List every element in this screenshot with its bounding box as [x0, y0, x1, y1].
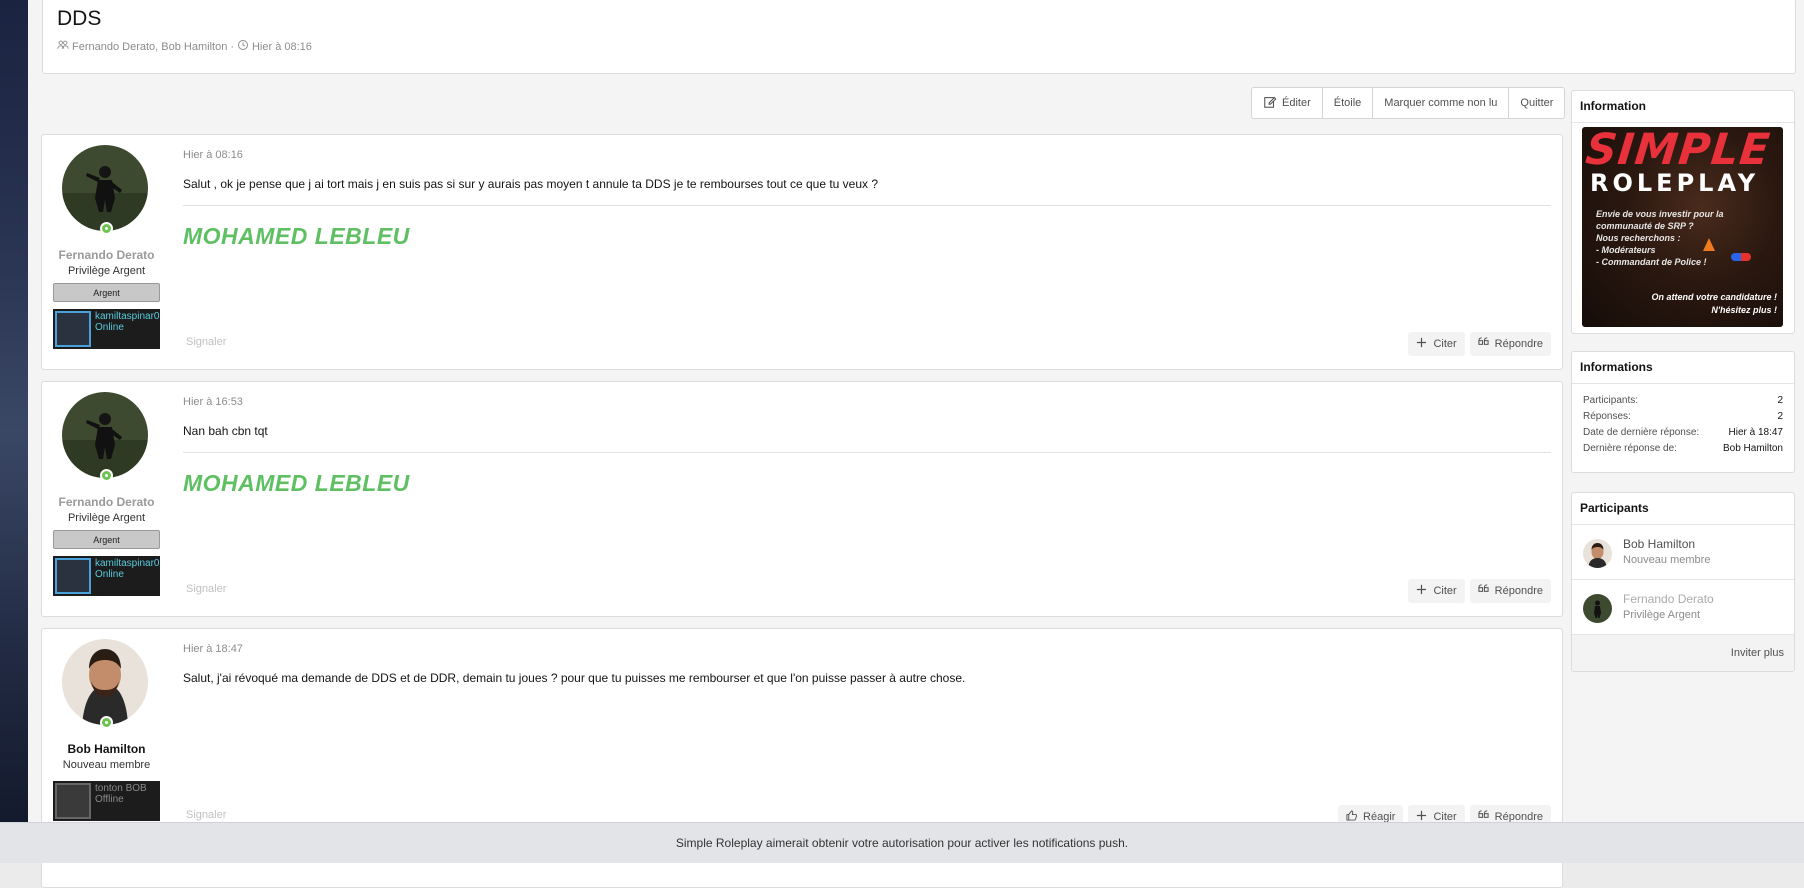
avatar[interactable] [1583, 539, 1612, 568]
signature: MOHAMED LEBLEU [183, 223, 410, 249]
avatar[interactable] [62, 145, 148, 231]
participant-name[interactable]: Bob Hamilton [1623, 537, 1695, 551]
steam-status-widget[interactable]: kamiltaspinar07 Online [53, 309, 160, 349]
reply-button[interactable]: Répondre [1469, 579, 1551, 603]
info-row: Date de dernière réponse: Hier à 18:47 [1583, 427, 1783, 438]
invite-more-link[interactable]: Inviter plus [1572, 635, 1794, 671]
steam-avatar [55, 783, 91, 819]
avatar[interactable] [1583, 594, 1612, 623]
information-block: Information SIMPLE ROLEPLAY Envie de vou… [1571, 90, 1795, 334]
participant-item[interactable]: Fernando Derato Privilège Argent [1572, 580, 1794, 635]
edit-icon [1263, 95, 1277, 112]
user-title: Nouveau membre [62, 759, 151, 771]
signature: MOHAMED LEBLEU [183, 470, 410, 496]
quote-marks-icon [1478, 337, 1489, 351]
online-indicator [100, 222, 113, 235]
user-title: Privilège Argent [67, 265, 146, 277]
police-lights-icon [1731, 253, 1751, 261]
edit-button[interactable]: Éditer [1252, 88, 1323, 118]
steam-avatar [55, 311, 91, 347]
message-text: Nan bah cbn tqt [183, 424, 268, 438]
username[interactable]: Fernando Derato [42, 495, 171, 509]
thread-actions: Éditer Étoile Marquer comme non lu Quitt… [1251, 87, 1566, 119]
leave-button[interactable]: Quitter [1509, 88, 1564, 118]
informations-block: Informations Participants: 2 Réponses: 2… [1571, 351, 1795, 473]
user-banner: Argent [53, 530, 160, 549]
steam-state: Online [95, 322, 124, 333]
user-title: Privilège Argent [67, 512, 146, 524]
promo-subtitle: ROLEPLAY [1590, 169, 1760, 197]
participant-role: Privilège Argent [1623, 609, 1701, 621]
message-actions: Citer Répondre [1408, 579, 1551, 603]
clock-icon [237, 39, 249, 54]
background-image [0, 0, 28, 862]
message-post: Fernando Derato Privilège Argent Argent … [41, 381, 1563, 617]
participants-block: Participants Bob Hamilton Nouveau membre… [1571, 492, 1795, 672]
steam-name: kamiltaspinar07 [95, 558, 160, 569]
steam-state: Offline [95, 794, 124, 805]
message-text: Salut , ok je pense que j ai tort mais j… [183, 177, 879, 191]
promo-title: SIMPLE [1583, 127, 1773, 175]
page: DDS Fernando Derato, Bob Hamilton · Hier… [28, 0, 1804, 888]
block-title: Participants [1572, 493, 1794, 525]
message-user: Fernando Derato Privilège Argent Argent … [42, 382, 182, 616]
message-body: Hier à 08:16 Salut , ok je pense que j a… [183, 135, 1551, 369]
steam-name: tonton BOB [95, 783, 147, 794]
quote-button[interactable]: Citer [1408, 579, 1465, 603]
meta-separator: · [230, 40, 234, 53]
thread-title: DDS [57, 7, 102, 30]
promo-closing: On attend votre candidature ! N'hésitez … [1651, 292, 1777, 315]
promo-banner[interactable]: SIMPLE ROLEPLAY Envie de vous investir p… [1582, 127, 1783, 327]
avatar[interactable] [62, 392, 148, 478]
steam-name: kamiltaspinar07 [95, 311, 160, 322]
push-notification-banner[interactable]: Simple Roleplay aimerait obtenir votre a… [0, 822, 1804, 863]
info-row: Participants: 2 [1583, 395, 1783, 406]
online-indicator [100, 469, 113, 482]
participant-name[interactable]: Fernando Derato [1623, 592, 1714, 606]
plus-icon [1416, 337, 1427, 351]
message-date[interactable]: Hier à 08:16 [183, 149, 243, 161]
steam-status-widget[interactable]: tonton BOB Offline [53, 781, 160, 821]
star-button[interactable]: Étoile [1323, 88, 1374, 118]
report-link[interactable]: Signaler [186, 336, 226, 348]
block-title: Information [1572, 91, 1794, 123]
message-post: Fernando Derato Privilège Argent Argent … [41, 134, 1563, 370]
username[interactable]: Bob Hamilton [42, 742, 171, 756]
mark-unread-button[interactable]: Marquer comme non lu [1373, 88, 1510, 118]
message-date[interactable]: Hier à 16:53 [183, 396, 243, 408]
report-link[interactable]: Signaler [186, 583, 226, 595]
steam-avatar [55, 558, 91, 594]
steam-status-widget[interactable]: kamiltaspinar07 Online [53, 556, 160, 596]
message-body: Hier à 16:53 Nan bah cbn tqt MOHAMED LEB… [183, 382, 1551, 616]
thread-date[interactable]: Hier à 08:16 [252, 41, 312, 53]
signature-divider [183, 205, 1551, 206]
info-row: Réponses: 2 [1583, 411, 1783, 422]
thread-meta: Fernando Derato, Bob Hamilton · Hier à 0… [57, 39, 312, 54]
users-icon [57, 39, 69, 54]
participant-item[interactable]: Bob Hamilton Nouveau membre [1572, 525, 1794, 580]
reply-button[interactable]: Répondre [1469, 332, 1551, 356]
traffic-cone-icon [1703, 238, 1715, 251]
quote-button[interactable]: Citer [1408, 332, 1465, 356]
report-link[interactable]: Signaler [186, 809, 226, 821]
message-user: Fernando Derato Privilège Argent Argent … [42, 135, 182, 369]
participant-role: Nouveau membre [1623, 554, 1711, 566]
block-title: Informations [1572, 352, 1794, 384]
online-indicator [100, 716, 113, 729]
message-actions: Citer Répondre [1408, 332, 1551, 356]
plus-icon [1416, 584, 1427, 598]
quote-marks-icon [1478, 584, 1489, 598]
avatar[interactable] [62, 639, 148, 725]
thread-header: DDS Fernando Derato, Bob Hamilton · Hier… [42, 0, 1796, 74]
thread-participants[interactable]: Fernando Derato, Bob Hamilton [72, 41, 227, 53]
info-row: Dernière réponse de: Bob Hamilton [1583, 443, 1783, 454]
signature-divider [183, 452, 1551, 453]
user-banner: Argent [53, 283, 160, 302]
message-date[interactable]: Hier à 18:47 [183, 643, 243, 655]
message-text: Salut, j'ai révoqué ma demande de DDS et… [183, 671, 966, 685]
steam-state: Online [95, 569, 124, 580]
username[interactable]: Fernando Derato [42, 248, 171, 262]
